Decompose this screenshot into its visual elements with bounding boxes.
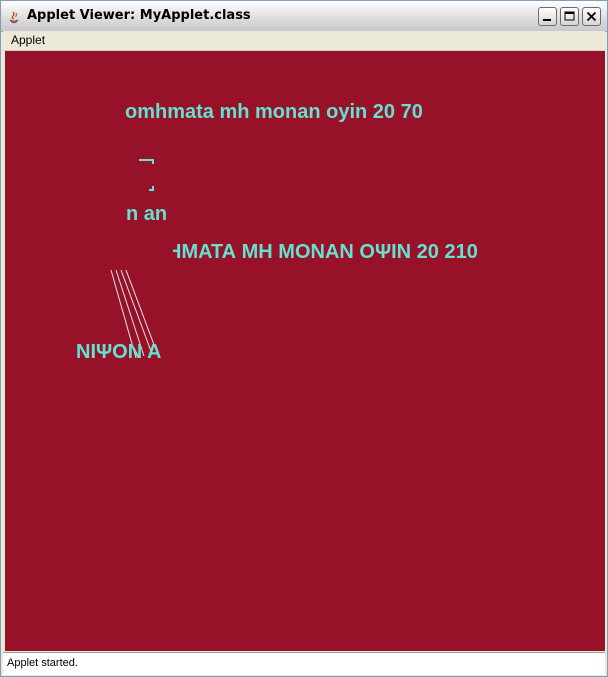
small-bracket-shape	[139, 159, 154, 191]
applet-canvas[interactable]: omhmata mh monan oyin 20 70 n an ΗΜΑΤΑ Μ…	[5, 51, 605, 651]
greek-fragment-clip: ΝΙΨΟΝ Α	[75, 341, 175, 367]
applet-viewer-window: Applet Viewer: MyApplet.class Applet omh…	[0, 0, 608, 677]
window-title: Applet Viewer: MyApplet.class	[27, 8, 251, 23]
close-icon	[586, 11, 597, 22]
java-icon	[7, 9, 21, 24]
status-bar: Applet started.	[3, 652, 605, 675]
maximize-icon	[564, 11, 575, 21]
applet-text-uppercase: ΗΜΑΤΑ ΜΗ ΜΟΝΑΝ ΟΨΙΝ 20 210	[173, 241, 478, 263]
menu-applet[interactable]: Applet	[11, 33, 45, 47]
applet-text-clipped-small: n an	[126, 203, 168, 225]
applet-text-greek-fragment: ΝΙΨΟΝ Α	[76, 341, 162, 363]
maximize-button[interactable]	[560, 7, 579, 26]
minimize-button[interactable]	[538, 7, 557, 26]
close-button[interactable]	[582, 7, 601, 26]
menu-bar: Applet	[3, 31, 605, 51]
minimize-icon	[543, 19, 551, 21]
title-bar[interactable]: Applet Viewer: MyApplet.class	[1, 1, 607, 32]
uppercase-text-clip: ΗΜΑΤΑ ΜΗ ΜΟΝΑΝ ΟΨΙΝ 20 210	[173, 241, 593, 267]
status-text: Applet started.	[7, 657, 78, 669]
